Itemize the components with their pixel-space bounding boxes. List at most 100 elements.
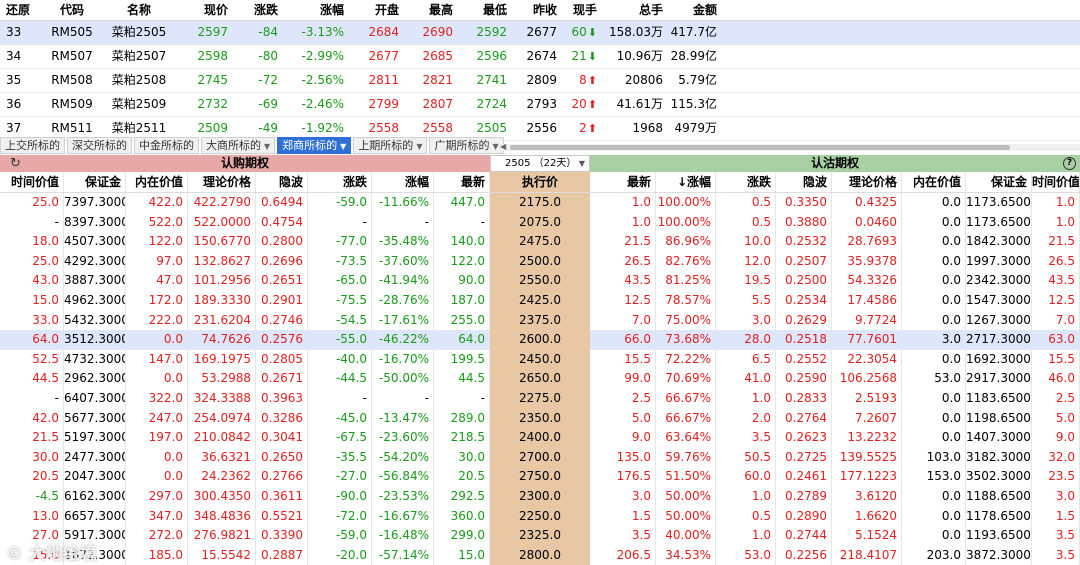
tab-exchange[interactable]: 上期所标的 ▼: [353, 137, 428, 154]
option-row[interactable]: -6407.3000 322.0 324.3388 0.3963- - -2275.0 2.…: [0, 388, 1080, 409]
option-header-cell[interactable]: 时间价值: [1032, 172, 1080, 192]
option-header-cell[interactable]: 保证金: [966, 172, 1032, 192]
option-header-cell[interactable]: 内在价值: [902, 172, 966, 192]
option-row[interactable]: 30.0 2477.3000 0.0 36.6321 0.2650 -35.5 -54.20…: [0, 447, 1080, 468]
option-header-cell[interactable]: 涨幅: [372, 172, 434, 192]
quote-header-cell[interactable]: 名称: [108, 0, 170, 20]
quote-header-cell[interactable]: 现价: [170, 0, 228, 20]
quote-header-cell[interactable]: 最低: [453, 0, 507, 20]
option-row[interactable]: 52.5 4732.3000 147.0 169.1975 0.2805 -40.0 -16…: [0, 349, 1080, 370]
put-options-header: 认沽期权 ?: [590, 155, 1080, 172]
tab-exchange[interactable]: 广期所标的 ▼: [429, 137, 504, 154]
tab-exchange[interactable]: 郑商所标的 ▼: [277, 137, 352, 154]
tab-exchange[interactable]: 中金所标的: [134, 137, 199, 154]
tab-exchange[interactable]: 深交所标的: [67, 137, 132, 154]
quote-header-cell[interactable]: 涨幅: [278, 0, 344, 20]
expiry-select[interactable]: 2505 （22天） ▼: [490, 155, 590, 172]
option-row[interactable]: 21.5 5197.3000 197.0 210.0842 0.3041 -67.5 -23…: [0, 428, 1080, 448]
call-cell: 15.5542: [188, 545, 256, 565]
tab-exchange[interactable]: 上交所标的: [0, 137, 65, 154]
quote-header-cell[interactable]: 金额: [663, 0, 717, 20]
strike-price-cell[interactable]: 2550.0: [490, 271, 590, 291]
quote-cell-amount: 417.7亿: [663, 21, 717, 44]
option-header-cell[interactable]: 内在价值: [126, 172, 188, 192]
call-cell: 140.0: [434, 232, 490, 252]
strike-price-cell[interactable]: 2325.0: [490, 526, 590, 546]
quote-row[interactable]: 34 RM507 菜粕2507 2598 -80 -2.99% 2677 2685 2596 26…: [0, 45, 1080, 69]
scrollbar-thumb[interactable]: [510, 145, 1010, 150]
quote-header-cell[interactable]: 最高: [399, 0, 453, 20]
strike-price-cell[interactable]: 2500.0: [490, 251, 590, 272]
option-header-cell[interactable]: ↓涨幅: [656, 172, 716, 192]
call-cell: 297.0: [126, 486, 188, 507]
option-header-cell[interactable]: 理论价格: [188, 172, 256, 192]
strike-price-cell[interactable]: 2350.0: [490, 408, 590, 429]
option-row[interactable]: 13.0 6657.3000 347.0 348.4836 0.5521 -72.0 -16…: [0, 506, 1080, 527]
strike-price-cell[interactable]: 2425.0: [490, 290, 590, 311]
help-icon[interactable]: ?: [1063, 157, 1076, 170]
quote-value-open: 2677: [368, 49, 399, 63]
option-header-cell[interactable]: 最新: [590, 172, 656, 192]
tab-exchange[interactable]: 大商所标的 ▼: [201, 137, 276, 154]
quote-header-cell[interactable]: 开盘: [344, 0, 399, 20]
quote-value-idx: 35: [6, 73, 22, 87]
quote-value-chg: -84: [258, 25, 278, 39]
option-header-cell[interactable]: 保证金: [64, 172, 126, 192]
call-cell: 44.5: [434, 369, 490, 389]
option-row[interactable]: 18.0 4507.3000 122.0 150.6770 0.2800 -77.0 -35…: [0, 232, 1080, 252]
strike-price-cell[interactable]: 2650.0: [490, 369, 590, 389]
quote-value-high: 2685: [422, 49, 453, 63]
strike-price-cell[interactable]: 2600.0: [490, 330, 590, 350]
quote-row[interactable]: 33 RM505 菜粕2505 2597 -84 -3.13% 2684 2690 2592 26…: [0, 21, 1080, 45]
horizontal-scrollbar[interactable]: ◀: [500, 142, 1080, 151]
option-header-cell[interactable]: 隐波: [776, 172, 832, 192]
option-row[interactable]: 20.5 2047.3000 0.0 24.2362 0.2766 -27.0 -56.84…: [0, 467, 1080, 487]
scroll-left-icon[interactable]: ◀: [500, 142, 506, 151]
quote-header-cell[interactable]: 昨收: [507, 0, 557, 20]
strike-price-cell[interactable]: 2375.0: [490, 310, 590, 331]
quote-header-cell[interactable]: 代码: [36, 0, 108, 20]
option-row[interactable]: 64.0 3512.3000 0.0 74.7626 0.2576 -55.0 -46.22…: [0, 330, 1080, 350]
option-row[interactable]: 25.0 4292.3000 97.0 132.8627 0.2696 -73.5 -37.…: [0, 251, 1080, 272]
quote-value-price: 2745: [197, 73, 228, 87]
option-row[interactable]: 15.0 1672.3000 185.0 15.5542 0.2887 -20.0 -57.…: [0, 545, 1080, 565]
quote-header-cell[interactable]: 总手: [597, 0, 663, 20]
option-row[interactable]: 15.0 4962.3000 172.0 189.3330 0.2901 -75.5 -28…: [0, 290, 1080, 311]
strike-price-cell[interactable]: 2075.0: [490, 212, 590, 233]
put-cell: 1.5: [590, 506, 656, 527]
option-row[interactable]: -8397.3000 522.0 522.0000 0.4754- - -2075.0 1.…: [0, 212, 1080, 233]
option-row[interactable]: 42.0 5677.3000 247.0 254.0974 0.3286 -45.0 -13…: [0, 408, 1080, 429]
option-row[interactable]: 25.0 7397.3000 422.0 422.2790 0.6494 -59.0 -11…: [0, 193, 1080, 213]
quote-header-cell[interactable]: 还原: [0, 0, 36, 20]
strike-price-cell[interactable]: 2275.0: [490, 388, 590, 409]
strike-price-cell[interactable]: 2250.0: [490, 506, 590, 527]
option-row[interactable]: -4.5 6162.3000 297.0 300.4350 0.3611 -90.0 -23…: [0, 486, 1080, 507]
quote-row[interactable]: 35 RM508 菜粕2508 2745 -72 -2.56% 2811 2821 2741 28…: [0, 69, 1080, 93]
option-row[interactable]: 43.0 3887.3000 47.0 101.2956 0.2651 -65.0 -41.…: [0, 271, 1080, 291]
strike-price-cell[interactable]: 2300.0: [490, 486, 590, 507]
option-row[interactable]: 33.0 5432.3000 222.0 231.6204 0.2746 -54.5 -17…: [0, 310, 1080, 331]
strike-price-cell[interactable]: 2700.0: [490, 447, 590, 468]
option-header-cell[interactable]: 涨跌: [716, 172, 776, 192]
option-row[interactable]: 27.0 5917.3000 272.0 276.9821 0.3390 -59.0 -16…: [0, 526, 1080, 546]
call-cell: 150.6770: [188, 232, 256, 252]
strike-price-cell[interactable]: 2475.0: [490, 232, 590, 252]
strike-price-cell[interactable]: 2450.0: [490, 349, 590, 370]
option-header-cell[interactable]: 最新: [434, 172, 490, 192]
quote-header-cell[interactable]: 现手: [557, 0, 597, 20]
quote-cell-price: 2597: [170, 21, 228, 44]
option-header-cell[interactable]: 理论价格: [832, 172, 902, 192]
strike-price-cell[interactable]: 2175.0: [490, 193, 590, 213]
strike-price-cell[interactable]: 2400.0: [490, 428, 590, 448]
option-header-cell[interactable]: 隐波: [256, 172, 308, 192]
option-header-cell[interactable]: 涨跌: [308, 172, 372, 192]
strike-price-cell[interactable]: 2750.0: [490, 467, 590, 487]
put-cell: 72.22%: [656, 349, 716, 370]
quote-cell-code: RM508: [36, 69, 108, 92]
option-header-cell[interactable]: 执行价: [490, 172, 590, 192]
option-row[interactable]: 44.5 2962.3000 0.0 53.2988 0.2671 -44.5 -50.00…: [0, 369, 1080, 389]
quote-row[interactable]: 36 RM509 菜粕2509 2732 -69 -2.46% 2799 2807 2724 27…: [0, 93, 1080, 117]
quote-header-cell[interactable]: 涨跌: [228, 0, 278, 20]
strike-price-cell[interactable]: 2800.0: [490, 545, 590, 565]
option-header-cell[interactable]: 时间价值: [0, 172, 64, 192]
